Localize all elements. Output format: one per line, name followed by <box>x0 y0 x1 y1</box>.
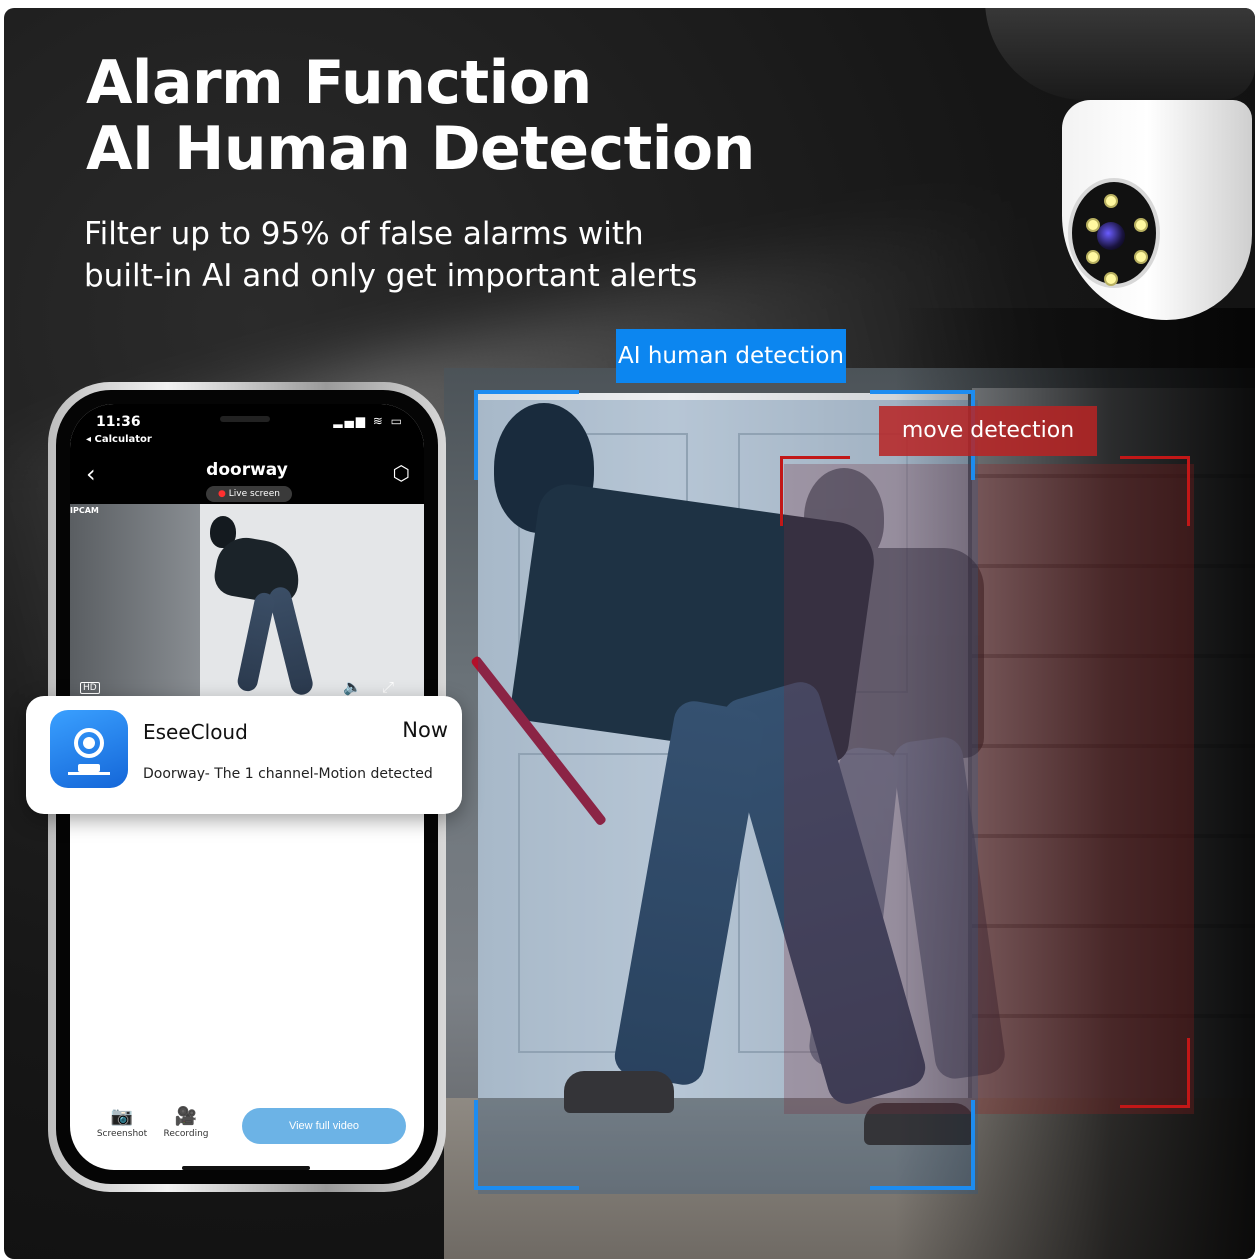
recording-button[interactable]: 🎥 Recording <box>156 1106 216 1139</box>
camera-led <box>1086 250 1100 264</box>
signal-wifi-battery-icon: ▂▄▆ ≋ ▭ <box>333 414 404 428</box>
notification-message: Doorway- The 1 channel-Motion detected <box>143 766 433 782</box>
promo-canvas: AI human detection move detection Alarm … <box>4 8 1255 1259</box>
camera-icon: 📷 <box>110 1106 134 1127</box>
live-dot-icon: ● <box>218 489 226 499</box>
camera-led <box>1104 194 1118 208</box>
bulb-camera-shade <box>985 8 1255 100</box>
screenshot-label: Screenshot <box>96 1129 148 1139</box>
move-zone-corner-tl <box>780 456 850 526</box>
camera-led <box>1134 218 1148 232</box>
status-time: 11:36 <box>96 414 141 430</box>
camera-led <box>1134 250 1148 264</box>
eseecloud-app-icon <box>50 710 128 788</box>
screenshot-button[interactable]: 📷 Screenshot <box>92 1106 152 1139</box>
back-to-app-link[interactable]: ◂ Calculator <box>86 434 152 445</box>
camera-name-title: doorway <box>206 460 288 480</box>
home-indicator <box>182 1166 310 1170</box>
headline-line-2: AI Human Detection <box>86 114 755 184</box>
live-screen-label: Live screen <box>228 489 280 499</box>
video-toolbar: 📷 Screenshot 🎥 Recording View full video <box>70 1094 424 1164</box>
move-zone-corner-tr <box>1120 456 1190 526</box>
camera-notch <box>220 416 270 422</box>
ai-human-detection-label: AI human detection <box>616 329 846 383</box>
video-camera-icon: 🎥 <box>174 1106 198 1127</box>
speaker-fullscreen-icons[interactable]: 🔈⤢ <box>343 678 414 696</box>
camera-lens-icon <box>1097 222 1125 250</box>
ai-zone-corner-tl <box>474 390 579 480</box>
ai-zone-corner-br <box>870 1100 975 1190</box>
ipcam-watermark: IPCAM <box>70 506 99 515</box>
push-notification[interactable]: EseeCloud Now Doorway- The 1 channel-Mot… <box>26 696 462 814</box>
notification-app-name: EseeCloud <box>143 720 248 744</box>
subheadline-line-1: Filter up to 95% of false alarms with <box>84 216 644 252</box>
hd-toggle-button[interactable]: HD <box>80 682 100 694</box>
settings-gear-icon[interactable]: ⬡ <box>393 461 410 485</box>
notification-time: Now <box>402 718 448 742</box>
view-full-video-button[interactable]: View full video <box>242 1108 406 1144</box>
move-zone-corner-br <box>1120 1038 1190 1108</box>
move-detection-label: move detection <box>879 406 1097 456</box>
ai-zone-corner-bl <box>474 1100 579 1190</box>
subheadline-line-2: built-in AI and only get important alert… <box>84 258 698 294</box>
app-header: 11:36 ◂ Calculator ▂▄▆ ≋ ▭ ‹ doorway ● L… <box>70 404 424 520</box>
headline-line-1: Alarm Function <box>86 48 592 118</box>
live-video-feed[interactable]: IPCAM HD 🔈⤢ <box>70 504 424 700</box>
recording-label: Recording <box>163 1129 209 1139</box>
live-screen-badge[interactable]: ● Live screen <box>206 486 292 502</box>
ai-detection-zone <box>478 400 978 1194</box>
camera-led <box>1104 272 1118 286</box>
